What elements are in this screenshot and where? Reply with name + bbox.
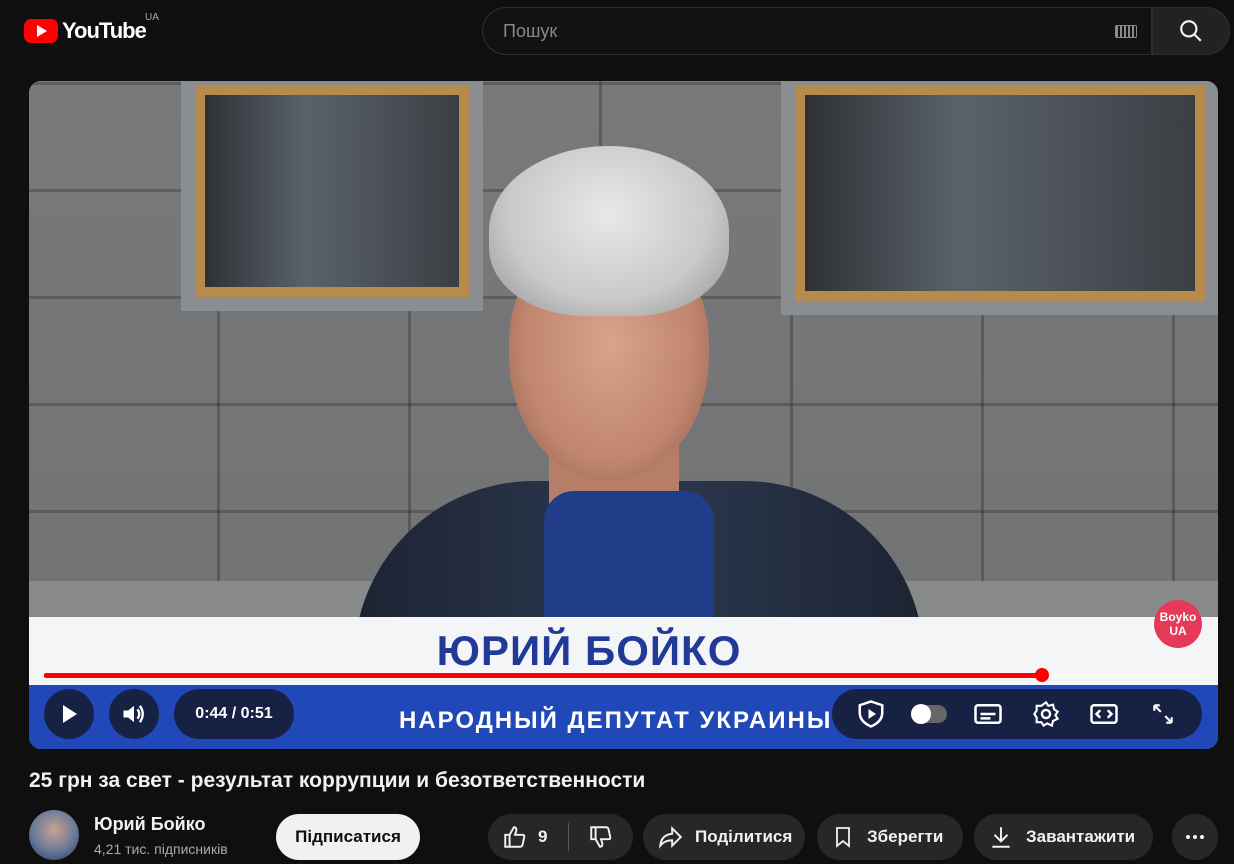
like-button[interactable]: 9 — [488, 814, 568, 860]
keyboard-icon[interactable] — [1115, 25, 1137, 38]
more-horizontal-icon — [1186, 835, 1204, 839]
download-button[interactable]: Завантажити — [974, 814, 1153, 860]
toggle-pause-icon — [911, 704, 948, 724]
fullscreen-icon — [1153, 704, 1173, 724]
gear-icon — [1033, 700, 1060, 728]
mute-button[interactable] — [109, 689, 159, 739]
play-icon — [63, 705, 77, 723]
share-button[interactable]: Поділитися — [643, 814, 805, 860]
volume-icon — [123, 705, 144, 723]
video-player[interactable]: ЮРИЙ БОЙКО НАРОДНЫЙ ДЕПУТАТ УКРАИНЫ Boyk… — [29, 81, 1218, 749]
autoplay-toggle[interactable] — [911, 696, 948, 732]
channel-avatar[interactable] — [29, 810, 79, 860]
progress-played — [44, 673, 1043, 678]
time-display: 0:44 / 0:51 — [174, 689, 294, 739]
sponsor-block-button[interactable] — [853, 696, 889, 732]
region-code: UA — [145, 12, 159, 23]
video-title: 25 грн за свет - результат коррупции и б… — [29, 769, 646, 792]
share-icon — [658, 825, 683, 849]
play-button[interactable] — [44, 689, 94, 739]
fullscreen-button[interactable] — [1145, 696, 1181, 732]
search-button[interactable] — [1152, 7, 1230, 55]
overlay-title: НАРОДНЫЙ ДЕПУТАТ УКРАИНЫ — [399, 707, 833, 734]
download-icon — [992, 827, 1010, 848]
channel-name[interactable]: Юрий Бойко — [94, 814, 205, 835]
like-count: 9 — [538, 827, 548, 846]
progress-bar[interactable] — [44, 668, 1202, 682]
thumbs-down-icon — [590, 826, 612, 848]
subscriber-count: 4,21 тис. підписників — [94, 841, 228, 857]
save-label: Зберегти — [867, 827, 944, 846]
shield-play-icon — [858, 700, 884, 728]
channel-watermark: Boyko UA — [1154, 600, 1202, 648]
youtube-logo[interactable]: YouTube — [24, 18, 147, 44]
logo-text: YouTube — [62, 18, 147, 43]
more-actions-button[interactable] — [1172, 814, 1218, 860]
subscribe-button[interactable]: Підписатися — [276, 814, 420, 860]
video-speaker — [354, 141, 924, 681]
download-label: Завантажити — [1026, 827, 1136, 846]
search-icon — [1180, 20, 1202, 42]
share-label: Поділитися — [695, 827, 793, 846]
dislike-button[interactable] — [569, 814, 633, 860]
player-right-controls — [832, 689, 1202, 739]
bookmark-icon — [836, 827, 850, 848]
search-box — [482, 7, 1152, 55]
save-button[interactable]: Зберегти — [817, 814, 963, 860]
youtube-play-icon — [24, 19, 58, 43]
search-input[interactable] — [503, 20, 1083, 42]
like-dislike-group: 9 — [488, 814, 633, 860]
subtitles-icon — [974, 704, 1002, 724]
theater-icon — [1090, 704, 1119, 724]
overlay-name: ЮРИЙ БОЙКО — [436, 627, 742, 674]
subtitles-button[interactable] — [970, 696, 1006, 732]
thumbs-up-icon — [504, 826, 526, 848]
settings-button[interactable] — [1028, 696, 1064, 732]
theater-mode-button[interactable] — [1086, 696, 1122, 732]
top-bar: YouTube UA — [0, 0, 1234, 62]
